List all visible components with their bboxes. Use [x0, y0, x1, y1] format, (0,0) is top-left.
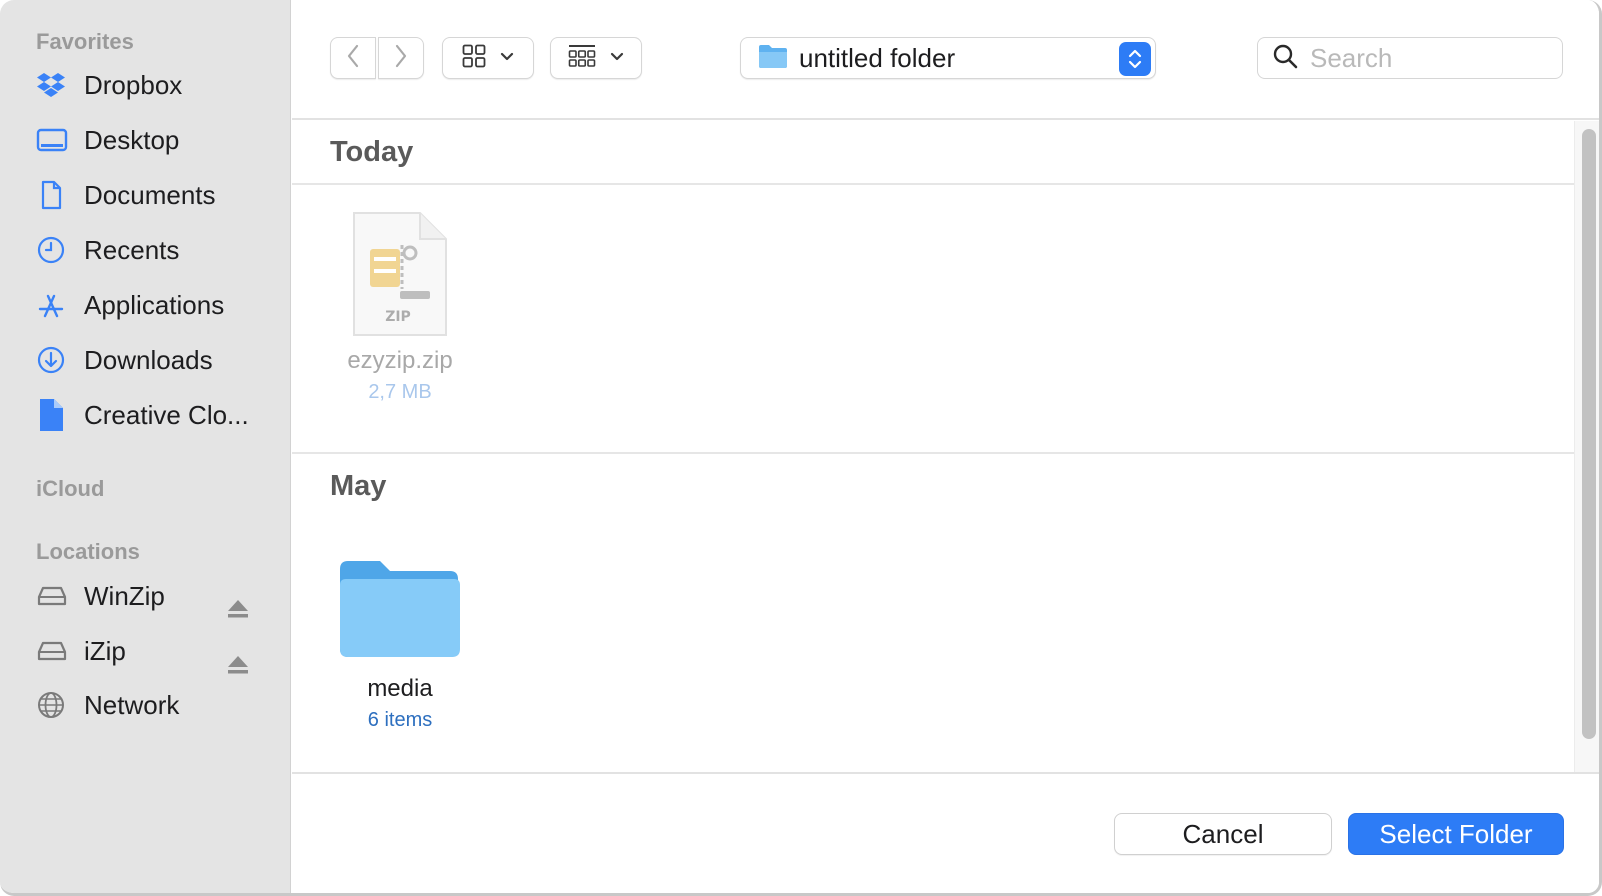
- sidebar: Favorites Dropbox Desktop Documents Rece…: [0, 0, 291, 893]
- scrollbar-thumb[interactable]: [1582, 129, 1596, 739]
- zip-file-icon: ZIP: [352, 211, 448, 337]
- group-icon: [568, 44, 596, 73]
- sidebar-item-label: iZip: [84, 635, 126, 666]
- toolbar: untitled folder: [292, 0, 1599, 120]
- sidebar-item-applications[interactable]: Applications: [36, 282, 276, 328]
- file-item-ezyzip[interactable]: ZIP ezyzip.zip 2,7 MB: [320, 211, 480, 404]
- chevron-right-icon: [394, 44, 408, 73]
- sidebar-item-label: Recents: [84, 234, 180, 265]
- select-folder-button[interactable]: Select Folder: [1348, 813, 1564, 855]
- globe-icon: [36, 687, 72, 723]
- search-field[interactable]: [1257, 37, 1563, 79]
- drive-icon: [36, 578, 72, 614]
- sidebar-item-label: Applications: [84, 289, 225, 320]
- sidebar-item-creative-cloud[interactable]: Creative Clo...: [36, 392, 276, 438]
- group-header-today: Today: [292, 121, 1574, 185]
- folder-icon: [338, 555, 462, 665]
- zip-badge: ZIP: [385, 309, 411, 325]
- sidebar-item-desktop[interactable]: Desktop: [36, 117, 276, 163]
- search-icon: [1272, 43, 1298, 74]
- dialog-footer: Cancel Select Folder: [292, 772, 1599, 893]
- chevron-left-icon: [346, 44, 360, 73]
- sidebar-item-label: Creative Clo...: [84, 399, 249, 430]
- chevron-down-icon: [500, 49, 514, 67]
- sidebar-item-label: WinZip: [84, 580, 165, 611]
- eject-icon[interactable]: [226, 654, 250, 678]
- sidebar-item-downloads[interactable]: Downloads: [36, 337, 276, 383]
- folder-item-media[interactable]: media 6 items: [320, 555, 480, 732]
- file-icon: [36, 397, 72, 433]
- sidebar-heading-favorites: Favorites: [36, 29, 134, 54]
- group-header-may: May: [330, 469, 387, 502]
- file-meta: 2,7 MB: [368, 381, 432, 403]
- file-name: media: [367, 675, 433, 702]
- grid-view-icon: [462, 44, 486, 73]
- clock-icon: [36, 232, 72, 268]
- eject-icon[interactable]: [226, 598, 250, 622]
- scrollbar[interactable]: [1574, 121, 1599, 773]
- search-input[interactable]: [1310, 42, 1530, 74]
- file-name: ezyzip.zip: [347, 347, 453, 374]
- current-folder-label: untitled folder: [799, 42, 956, 73]
- download-icon: [36, 342, 72, 378]
- sidebar-heading-locations: Locations: [36, 539, 140, 564]
- file-dialog-window: Favorites Dropbox Desktop Documents Rece…: [0, 0, 1602, 896]
- sidebar-heading-icloud[interactable]: iCloud: [36, 476, 104, 502]
- sidebar-item-recents[interactable]: Recents: [36, 227, 276, 273]
- sidebar-item-label: Dropbox: [84, 69, 183, 100]
- location-popup[interactable]: untitled folder: [740, 37, 1156, 79]
- sidebar-item-label: Desktop: [84, 124, 180, 155]
- popup-stepper-icon: [1119, 42, 1151, 76]
- dropbox-icon: [36, 67, 72, 103]
- file-browser: Today ZIP ezyzip.zip 2,7 MB May media 6 …: [292, 121, 1574, 773]
- group-by-button[interactable]: [550, 37, 642, 79]
- drive-icon: [36, 633, 72, 669]
- cancel-button[interactable]: Cancel: [1114, 813, 1332, 855]
- sidebar-item-label: Network: [84, 689, 180, 720]
- sidebar-item-dropbox[interactable]: Dropbox: [36, 62, 276, 108]
- view-mode-button[interactable]: [442, 37, 534, 79]
- back-button[interactable]: [330, 37, 376, 79]
- sidebar-item-label: Downloads: [84, 344, 213, 375]
- sidebar-item-documents[interactable]: Documents: [36, 172, 276, 218]
- folder-icon: [757, 42, 789, 75]
- desktop-icon: [36, 122, 72, 158]
- forward-button[interactable]: [378, 37, 424, 79]
- sidebar-item-network[interactable]: Network: [36, 682, 276, 728]
- sidebar-item-label: Documents: [84, 179, 216, 210]
- document-icon: [36, 177, 72, 213]
- applications-icon: [36, 287, 72, 323]
- chevron-down-icon: [610, 49, 624, 67]
- file-meta: 6 items: [367, 709, 433, 731]
